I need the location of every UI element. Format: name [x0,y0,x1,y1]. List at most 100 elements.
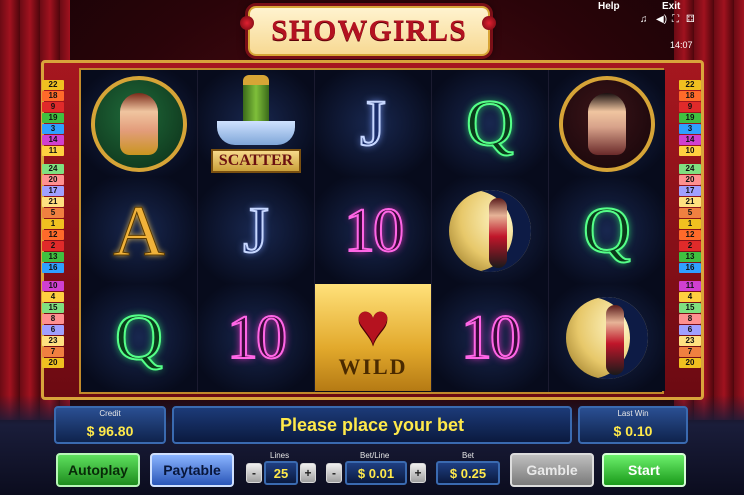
symbol-10: 10 [315,177,431,284]
last-win-label: Last Win [617,409,649,418]
moon-icon [449,189,531,272]
showgirl-figure [588,92,626,155]
lines-decrease-button[interactable]: - [246,463,262,483]
bet-line-value: $ 0.01 [345,461,407,485]
payline-number: 10 [679,146,701,156]
symbol-a: A [81,177,197,284]
gamble-button[interactable]: Gamble [510,453,594,487]
payline-number: 2 [42,241,64,251]
lines-label: Lines [270,451,290,460]
payline-number: 19 [42,113,64,123]
reels-area: A Q SCATTER J 10 J 10 ♥ WILD Q 10 Q [79,68,665,394]
symbol-q: Q [81,284,197,391]
showgirl-figure [489,197,507,268]
symbol-letter: Q [582,193,632,267]
reel-5: Q [549,70,665,392]
symbol-j: J [315,70,431,177]
symbol-showgirl-portrait [81,70,197,177]
symbol-q: Q [549,177,665,284]
fullscreen-icon[interactable]: ⛶ [672,15,679,25]
payline-number: 5 [679,208,701,218]
music-note-icon[interactable]: ♫ [640,15,648,25]
bet-line-increase-button[interactable]: + [410,463,426,483]
logo-text: SHOWGIRLS [271,14,467,47]
payline-number: 15 [679,303,701,313]
symbol-letter: A [113,190,166,271]
start-button[interactable]: Start [602,453,686,487]
payline-number: 2 [679,241,701,251]
payline-number: 16 [679,263,701,273]
payline-number: 24 [679,164,701,174]
payline-number: 20 [42,175,64,185]
bet-line-decrease-button[interactable]: - [326,463,342,483]
payline-number: 6 [679,325,701,335]
payline-number: 14 [679,135,701,145]
payline-number: 11 [679,281,701,291]
symbol-letter: 10 [343,196,405,265]
symbol-wild: ♥ WILD [315,284,431,391]
payline-number: 9 [679,102,701,112]
symbol-10: 10 [198,284,314,391]
speaker-icon[interactable]: ◀) [656,15,667,25]
game-stage: Help Exit ♫ ◀) ⛶ ⚃ 14:07 SHOWGIRLS 22 18 9… [0,0,744,495]
paytable-button[interactable]: Paytable [150,453,234,487]
credit-box: Credit $ 96.80 [54,406,166,444]
payline-number: 6 [42,325,64,335]
help-link[interactable]: Help [598,1,620,12]
payline-number: 11 [42,146,64,156]
payline-number: 9 [42,102,64,112]
payline-number: 4 [42,292,64,302]
payline-number: 7 [42,347,64,357]
portrait-frame [91,75,187,172]
payline-number: 12 [679,230,701,240]
payline-number: 3 [42,124,64,134]
payline-number: 17 [42,186,64,196]
exit-link[interactable]: Exit [662,1,680,12]
payline-number: 10 [42,281,64,291]
scatter-label: SCATTER [210,148,302,173]
lines-increase-button[interactable]: + [300,463,316,483]
payline-number: 16 [42,263,64,273]
payline-number: 8 [679,314,701,324]
payline-indicators-right: 22 18 9 19 3 14 10 24 20 17 21 5 1 12 2 13 16 11 4 15 8 6 23 7 2… [679,80,701,369]
payline-indicators-left: 22 18 9 19 3 14 11 24 20 17 21 5 1 12 2 13 16 10 4 15 8 6 23 7 2… [42,80,64,369]
payline-number: 1 [679,219,701,229]
last-win-box: Last Win $ 0.10 [578,406,688,444]
payline-number: 21 [679,197,701,207]
symbol-letter: 10 [226,303,288,372]
payline-number: 8 [42,314,64,324]
clock: 14:07 [670,40,693,50]
symbol-showgirl-moon [549,284,665,391]
autoplay-button[interactable]: Autoplay [56,453,140,487]
reel-2: SCATTER J 10 [198,70,315,392]
portrait-frame [559,75,655,172]
symbol-letter: J [359,86,387,160]
last-win-value: $ 0.10 [613,423,653,439]
payline-number: 20 [679,175,701,185]
payline-number: 22 [679,80,701,90]
wild-label: WILD [338,353,408,379]
payline-number: 18 [679,91,701,101]
payline-number: 22 [42,80,64,90]
payline-number: 15 [42,303,64,313]
payline-number: 17 [679,186,701,196]
reel-1: A Q [81,70,198,392]
payline-number: 21 [42,197,64,207]
symbol-letter: 10 [460,303,522,372]
credit-value: $ 96.80 [86,423,134,439]
bet-controls: Lines - 25 + Bet/Line - $ 0.01 + Bet $ 0… [240,451,502,489]
symbol-showgirl-moon [432,177,548,284]
heart-icon: ♥ [355,291,391,357]
payline-number: 1 [42,219,64,229]
payline-number: 20 [42,358,64,368]
payline-number: 18 [42,91,64,101]
reel-4: Q 10 [432,70,549,392]
settings-icon[interactable]: ⚃ [686,15,695,25]
payline-number: 4 [679,292,701,302]
showgirl-figure [120,92,158,155]
payline-number: 13 [679,252,701,262]
payline-number: 12 [42,230,64,240]
payline-number: 7 [679,347,701,357]
bet-value: $ 0.25 [436,461,500,485]
symbol-letter: Q [114,300,164,374]
